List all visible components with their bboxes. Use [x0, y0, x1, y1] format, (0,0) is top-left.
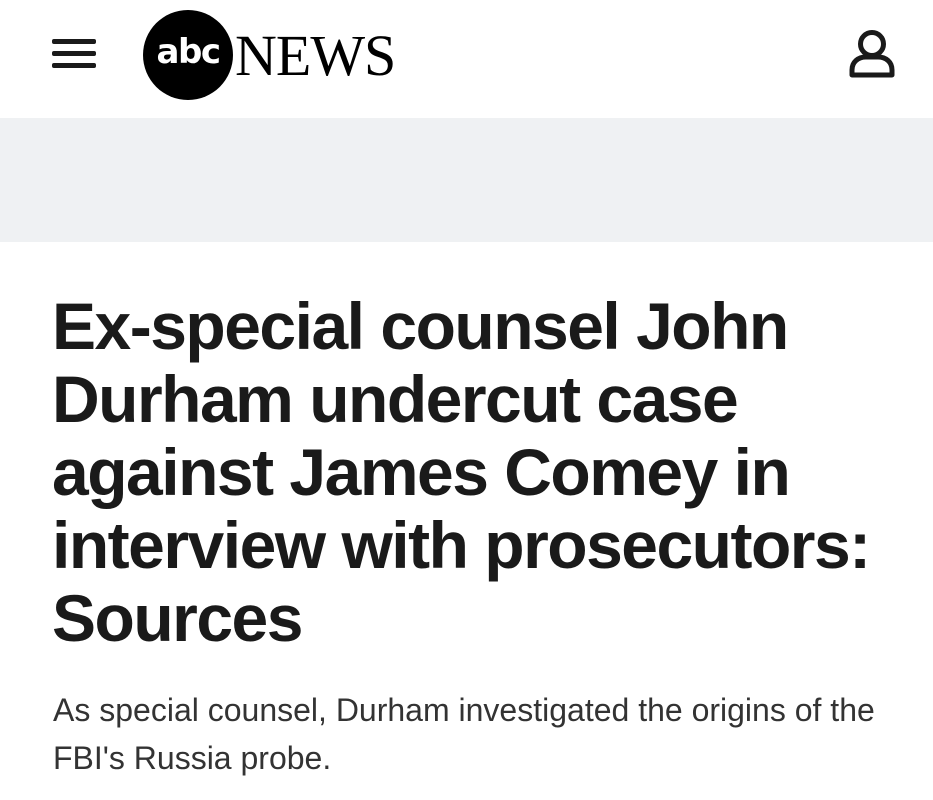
ad-banner-placeholder: [0, 118, 933, 242]
hamburger-menu-icon[interactable]: [48, 34, 102, 74]
abc-news-logo[interactable]: abc NEWS: [143, 10, 423, 100]
article-headline: Ex-special counsel John Durham undercut …: [52, 289, 871, 655]
menu-bar-line: [52, 39, 96, 44]
logo-abc-text: abc: [156, 32, 221, 72]
menu-bar-line: [52, 51, 96, 56]
user-account-icon[interactable]: [842, 24, 902, 84]
user-account-icon-graphic: [849, 30, 895, 78]
logo-news-text: NEWS: [235, 23, 396, 88]
menu-bar-line: [52, 63, 96, 68]
site-header: abc NEWS: [0, 0, 933, 118]
article-dek: As special counsel, Durham investigated …: [53, 692, 875, 776]
